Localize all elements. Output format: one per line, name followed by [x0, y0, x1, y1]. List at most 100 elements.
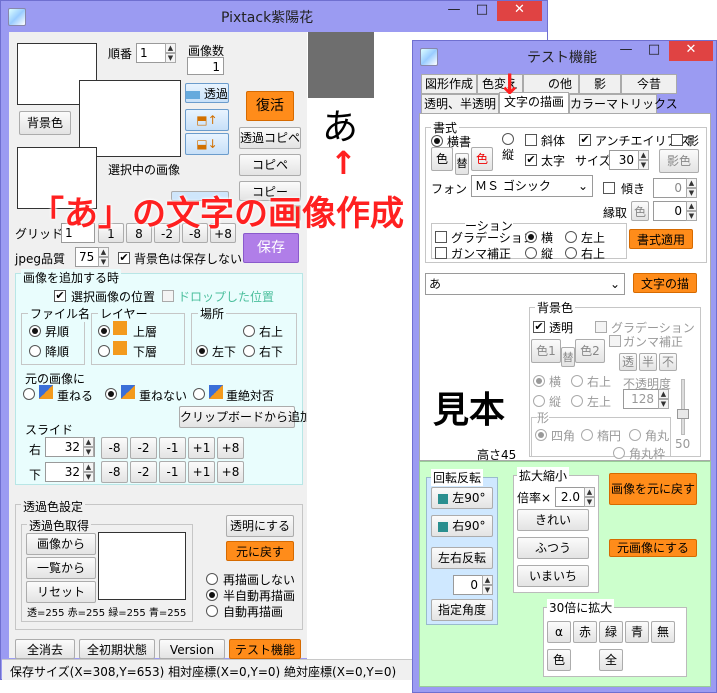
order-spin-down[interactable]: ▼ — [165, 53, 176, 63]
zoom-green-button[interactable]: 緑 — [599, 621, 623, 643]
zoom-alpha-button[interactable]: α — [547, 621, 571, 643]
make-transparent-button[interactable]: 透明にする — [226, 515, 294, 537]
add-from-clipboard-button[interactable]: クリップボードから追加 — [179, 406, 312, 428]
bg-horizontal-radio[interactable] — [533, 375, 545, 387]
bg-swap-button[interactable]: 替 — [561, 347, 575, 367]
jpeg-spin-up[interactable]: ▲ — [98, 247, 109, 257]
bg-gamma-checkbox[interactable] — [609, 335, 621, 347]
size-spin-down[interactable]: ▼ — [638, 160, 649, 170]
bg-color-button[interactable]: 背景色 — [19, 111, 71, 135]
bold-checkbox[interactable]: ✔ — [525, 154, 537, 166]
draw-text-button[interactable]: 文字の描 — [633, 273, 697, 293]
initial-state-button[interactable]: 全初期状態 — [79, 639, 155, 659]
restore-button[interactable]: 復活 — [246, 91, 294, 121]
grad-top-right-radio[interactable] — [565, 247, 577, 259]
bg-vertical-radio[interactable] — [533, 395, 545, 407]
slide-down-minus8[interactable]: -8 — [101, 461, 128, 483]
text-color-button[interactable]: 色 — [431, 147, 453, 171]
maximize-button[interactable]: □ — [469, 1, 495, 21]
bg-top-right-radio[interactable] — [571, 375, 583, 387]
scale-spin-down[interactable]: ▼ — [584, 497, 595, 507]
slide-down-minus2[interactable]: -2 — [130, 461, 157, 483]
slide-down-spin-down[interactable]: ▼ — [83, 472, 94, 482]
flip-horizontal-button[interactable]: 左右反転 — [431, 547, 493, 569]
slide-right-minus2[interactable]: -2 — [130, 437, 157, 459]
zoom-color-button[interactable]: 色 — [547, 649, 571, 671]
tab-shape[interactable]: 図形作成 — [421, 74, 477, 94]
dropped-position-checkbox[interactable] — [162, 290, 174, 302]
layer-down-button[interactable]: ⬓↓ — [185, 133, 229, 155]
absolute-no-overlap-radio[interactable] — [193, 388, 205, 400]
scale-pretty-button[interactable]: きれい — [517, 509, 589, 531]
from-list-button[interactable]: 一覧から — [26, 557, 96, 579]
transparent-copy-button[interactable]: 透過コピペ — [239, 127, 301, 149]
slide-right-plus8[interactable]: +8 — [217, 437, 244, 459]
scale-poor-button[interactable]: いまいち — [517, 565, 589, 587]
slide-down-plus8[interactable]: +8 — [217, 461, 244, 483]
grad-vertical-radio[interactable] — [525, 247, 537, 259]
bg-top-left-radio[interactable] — [571, 395, 583, 407]
restore-image-button[interactable]: 画像を元に戻す — [609, 473, 697, 505]
slide-down-plus1[interactable]: +1 — [188, 461, 215, 483]
zoom-all-button[interactable]: 全 — [599, 649, 623, 671]
main-titlebar[interactable]: Pixtack紫陽花 — □ ✕ — [1, 1, 547, 31]
test-close-button[interactable]: ✕ — [669, 41, 713, 61]
zoom-red-button[interactable]: 赤 — [573, 621, 597, 643]
top-right-radio[interactable] — [243, 325, 255, 337]
selected-position-checkbox[interactable]: ✔ — [54, 290, 66, 302]
horizontal-radio[interactable] — [431, 135, 443, 147]
top-layer-radio[interactable] — [98, 325, 110, 337]
jpeg-spin-down[interactable]: ▼ — [98, 257, 109, 267]
shadow-color-button[interactable]: 影色 — [659, 149, 699, 173]
gradation-checkbox[interactable] — [435, 231, 447, 243]
clear-all-button[interactable]: 全消去 — [15, 639, 75, 659]
bg-half-button[interactable]: 半 — [639, 353, 657, 371]
bg-opacity-spin-up[interactable]: ▲ — [658, 389, 669, 399]
bg-rounded-radio[interactable] — [629, 429, 641, 441]
save-button[interactable]: 保存 — [243, 233, 299, 263]
color-swap-button[interactable]: 替 — [455, 153, 469, 175]
ascending-radio[interactable] — [29, 325, 41, 337]
test-minimize-button[interactable]: — — [613, 41, 639, 61]
bg-color1-button[interactable]: 色1 — [531, 339, 561, 363]
bg-not-saved-checkbox[interactable]: ✔ — [118, 252, 130, 264]
text-to-draw-input[interactable]: あ ⌄ — [425, 273, 625, 295]
slide-right-minus8[interactable]: -8 — [101, 437, 128, 459]
no-redraw-radio[interactable] — [206, 573, 218, 585]
bg-ellipse-radio[interactable] — [581, 429, 593, 441]
bg-opacity-spin-down[interactable]: ▼ — [658, 399, 669, 409]
bg-transparent-checkbox[interactable]: ✔ — [533, 321, 545, 333]
gamma-checkbox[interactable] — [435, 247, 447, 259]
slide-down-spin-up[interactable]: ▲ — [83, 462, 94, 472]
reset-button[interactable]: リセット — [26, 581, 96, 603]
version-button[interactable]: Version — [159, 639, 225, 659]
test-maximize-button[interactable]: □ — [641, 41, 667, 61]
tab-other[interactable]: の他 — [523, 74, 579, 94]
scale-normal-button[interactable]: ふつう — [517, 537, 589, 559]
zoom-none-button[interactable]: 無 — [651, 621, 675, 643]
slide-down-minus1[interactable]: -1 — [159, 461, 186, 483]
bg-gradation-checkbox[interactable] — [595, 321, 607, 333]
rotate-left-button[interactable]: 左90° — [431, 487, 493, 509]
apply-format-button[interactable]: 書式適用 — [629, 229, 693, 249]
order-spin-up[interactable]: ▲ — [165, 43, 176, 53]
text-color2-button[interactable]: 色 — [471, 147, 493, 171]
tab-transparency[interactable]: 透明、半透明 — [421, 94, 499, 114]
border-color-button[interactable]: 色 — [631, 201, 649, 221]
bottom-right-radio[interactable] — [243, 345, 255, 357]
from-image-button[interactable]: 画像から — [26, 533, 96, 555]
antialias-checkbox[interactable]: ✔ — [579, 134, 591, 146]
transparent-button[interactable]: 透過 — [185, 83, 229, 103]
zoom-blue-button[interactable]: 青 — [625, 621, 649, 643]
minimize-button[interactable]: — — [441, 1, 467, 21]
italic-checkbox[interactable] — [525, 134, 537, 146]
tilt-spin-up[interactable]: ▲ — [686, 178, 697, 188]
rotate-right-button[interactable]: 右90° — [431, 515, 493, 537]
rotate-angle-spin-down[interactable]: ▼ — [482, 585, 493, 595]
copy-paste-button[interactable]: コピペ — [239, 154, 301, 176]
test-titlebar[interactable]: テスト機能 — □ ✕ — [413, 41, 716, 71]
scale-spin-up[interactable]: ▲ — [584, 487, 595, 497]
layer-up-button[interactable]: ⬒↑ — [185, 109, 229, 131]
bg-square-radio[interactable] — [535, 429, 547, 441]
tilt-spin-down[interactable]: ▼ — [686, 188, 697, 198]
